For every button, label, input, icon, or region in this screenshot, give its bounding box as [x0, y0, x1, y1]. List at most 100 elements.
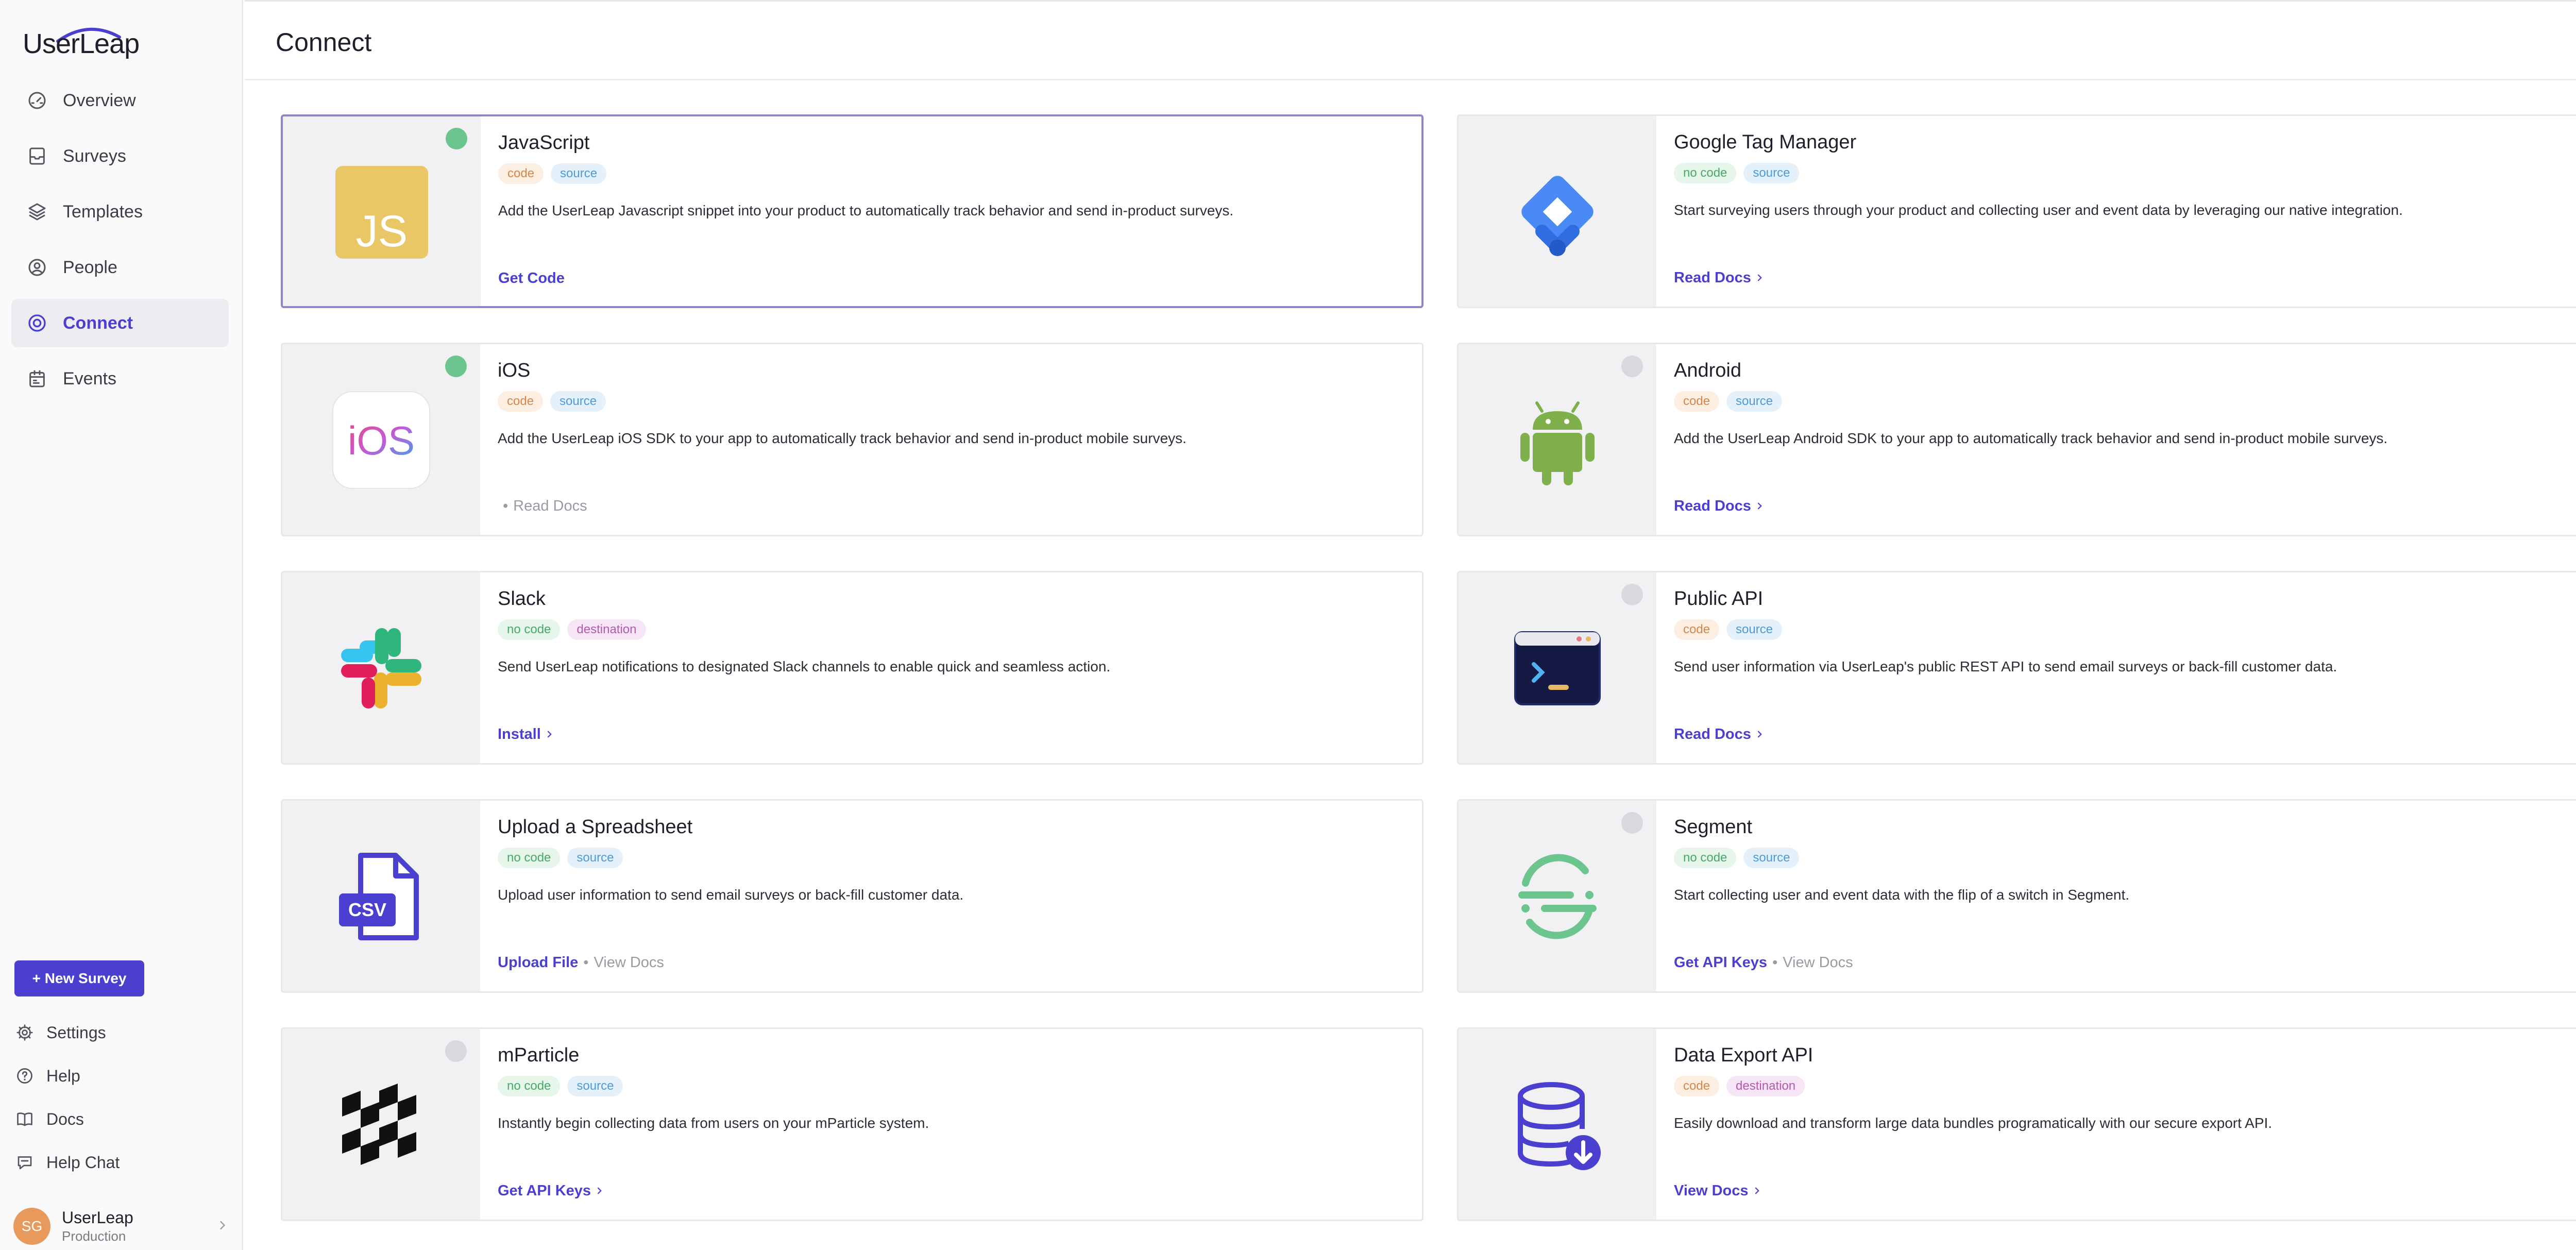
integration-content: Upload a Spreadsheet no code source Upload …: [498, 816, 1401, 903]
tag-code: code: [1674, 391, 1720, 412]
integration-card-public-api[interactable]: Public API code source Send user informatio…: [1457, 571, 2576, 765]
new-survey-button[interactable]: + New Survey: [14, 960, 144, 996]
integration-title: mParticle: [498, 1044, 580, 1066]
tag-code: code: [498, 391, 544, 412]
tag-source: source: [550, 391, 606, 412]
tag-source: source: [1743, 848, 1800, 868]
action-label: View Docs: [1674, 1183, 1749, 1199]
get-api-keys-link[interactable]: Get API Keys: [498, 1183, 604, 1200]
separator-dot: •: [583, 954, 589, 971]
page-title: Connect: [276, 28, 372, 57]
integration-thumbnail: [282, 572, 480, 763]
tag-no-code: no code: [1674, 848, 1737, 868]
separator-dot: •: [1772, 954, 1778, 971]
help-chat-link[interactable]: Help Chat: [15, 1141, 232, 1184]
integration-card-mparticle[interactable]: mParticle no code source Instantly begin co…: [281, 1027, 1423, 1221]
integration-description: Upload user information to send email su…: [498, 887, 964, 903]
action-label: Get Code: [498, 270, 565, 286]
get-api-keys-link[interactable]: Get API Keys: [1674, 954, 1767, 971]
tag-source: source: [1743, 163, 1800, 183]
integration-card-android[interactable]: Android code source Add the UserLeap Androi…: [1457, 343, 2576, 536]
integration-title: Android: [1674, 360, 1741, 381]
integration-title: Slack: [498, 588, 546, 610]
sidebar-item-templates[interactable]: Templates: [11, 188, 229, 236]
integration-tags: code source: [498, 391, 1401, 412]
integration-thumbnail: CSV: [282, 801, 480, 991]
account-switcher[interactable]: SG UserLeap Production: [13, 1206, 230, 1247]
connected-status-badge: [445, 356, 586, 477]
docs-link[interactable]: Docs: [15, 1097, 232, 1141]
read-docs-link[interactable]: Read Docs: [1674, 726, 1765, 743]
chevron-right-icon: [1757, 274, 1762, 281]
svg-text:CSV: CSV: [348, 899, 386, 920]
logo-text: UserLeap: [23, 28, 140, 59]
integration-card-ios[interactable]: iOS iOS code source Add the UserLeap iOS SDK…: [281, 343, 1423, 536]
svg-text:JS: JS: [356, 207, 408, 256]
integration-thumbnail: [1459, 572, 1762, 763]
integration-title: Google Tag Manager: [1674, 131, 1857, 153]
book-icon: [17, 1112, 32, 1126]
settings-link[interactable]: Settings: [15, 1011, 232, 1054]
layers-icon: [28, 203, 46, 221]
integration-card-google-tag-manager[interactable]: Google Tag Manager no code source Start sur…: [1457, 114, 2576, 308]
help-circle-icon: [17, 1068, 32, 1084]
integration-actions: • Read Docs: [498, 498, 587, 515]
tag-destination: destination: [567, 619, 646, 640]
integration-content: iOS code source Add the UserLeap iOS SDK to…: [498, 360, 1401, 447]
target-icon: [28, 314, 46, 332]
integration-content: mParticle no code source Instantly begin co…: [498, 1044, 1401, 1131]
tag-code: code: [1674, 1076, 1720, 1096]
sidebar-item-label: Templates: [63, 201, 143, 222]
integration-tags: no code source: [498, 1076, 1401, 1096]
integration-card-javascript[interactable]: JS JavaScript code source Add the UserLeap J…: [281, 114, 1423, 308]
upload-file-link[interactable]: Upload File: [498, 954, 578, 971]
integration-title: Segment: [1674, 816, 1753, 838]
integration-actions: Get API Keys • View Docs: [1674, 954, 1853, 971]
disconnected-status-badge: [445, 1040, 586, 1162]
integration-content: Android code source Add the UserLeap Androi…: [1674, 360, 2576, 447]
sidebar: UserLeap Overview Surveys Templates Peop…: [0, 0, 243, 1250]
view-docs-link[interactable]: View Docs: [1674, 1183, 1762, 1200]
sidebar-item-label: Surveys: [63, 146, 126, 166]
chevron-right-icon: [597, 1187, 602, 1194]
view-docs-link[interactable]: View Docs: [594, 954, 664, 971]
integration-actions: Get API Keys: [498, 1183, 604, 1200]
gear-icon: [16, 1024, 33, 1041]
integration-content: Slack no code destination Send UserLeap not…: [498, 588, 1401, 675]
integration-description: Send user information via UserLeap's pub…: [1674, 658, 2337, 674]
integration-content: JavaScript code source Add the UserLeap Jav…: [498, 132, 1401, 219]
integration-thumbnail: [1459, 1029, 1656, 1220]
integration-card-slack[interactable]: Slack no code destination Send UserLeap not…: [281, 571, 1423, 765]
page-header: Connect: [245, 0, 2576, 80]
userleap-logo[interactable]: UserLeap: [23, 23, 208, 64]
action-label: Read Docs: [1674, 726, 1751, 742]
install-link[interactable]: Install: [498, 726, 554, 743]
read-docs-link[interactable]: Read Docs: [513, 498, 587, 515]
read-docs-link[interactable]: Read Docs: [1674, 498, 1765, 515]
integration-description: Send UserLeap notifications to designate…: [498, 658, 1111, 674]
integration-actions: Get Code: [498, 270, 565, 287]
sidebar-item-people[interactable]: People: [11, 243, 229, 292]
svg-text:iOS: iOS: [348, 418, 415, 463]
help-link[interactable]: Help: [15, 1054, 232, 1097]
sidebar-item-surveys[interactable]: Surveys: [11, 132, 229, 180]
calendar-icon: [29, 370, 45, 387]
integration-card-segment[interactable]: Segment no code source Start collecting use…: [1457, 799, 2576, 993]
sidebar-item-connect[interactable]: Connect: [11, 299, 229, 347]
tag-destination: destination: [1726, 1076, 1805, 1096]
sidebar-item-events[interactable]: Events: [11, 354, 229, 403]
integration-tags: code source: [498, 163, 1401, 184]
tag-source: source: [1726, 391, 1783, 412]
integration-description: Add the UserLeap Android SDK to your app…: [1674, 430, 2388, 446]
view-docs-link[interactable]: View Docs: [1783, 954, 1853, 971]
chevron-right-icon: [1757, 731, 1762, 738]
chevron-right-icon: [1755, 1187, 1759, 1194]
tag-code: code: [1674, 619, 1720, 640]
integration-card-data-export-api[interactable]: Data Export API code destination Easily dow…: [1457, 1027, 2576, 1221]
integration-card-upload-a-spreadsheet[interactable]: CSV Upload a Spreadsheet no code source Uplo…: [281, 799, 1423, 993]
read-docs-link[interactable]: Read Docs: [1674, 269, 1765, 286]
tag-no-code: no code: [1674, 163, 1737, 183]
integration-description: Instantly begin collecting data from use…: [498, 1115, 929, 1131]
sidebar-item-overview[interactable]: Overview: [11, 76, 229, 125]
get-code-link[interactable]: Get Code: [498, 270, 565, 287]
